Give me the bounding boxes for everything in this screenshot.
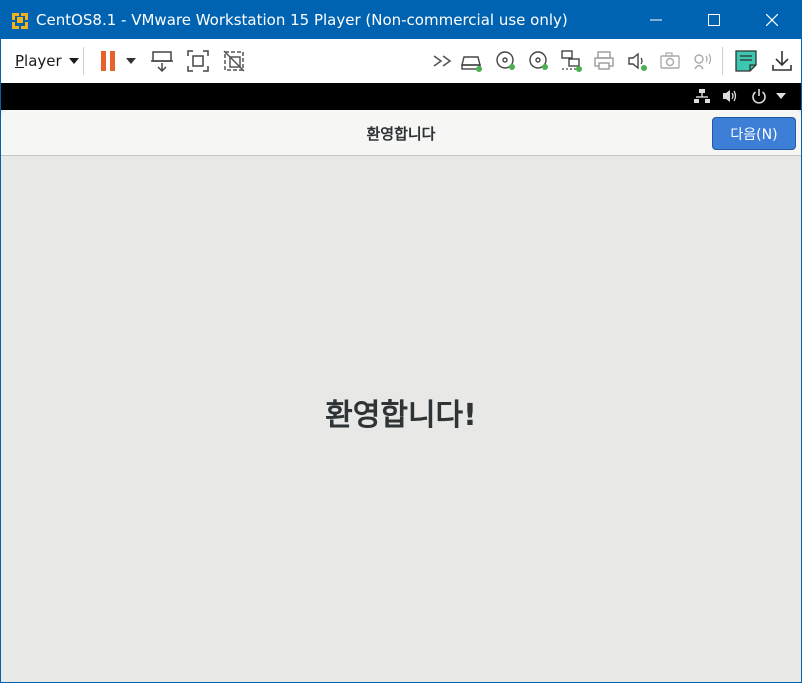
- send-ctrl-alt-del-icon: [151, 51, 173, 73]
- usb-audio-icon: [694, 53, 712, 70]
- volume-button[interactable]: [721, 87, 739, 105]
- sound-card-icon: [628, 52, 647, 71]
- network-status-button[interactable]: [693, 87, 711, 105]
- welcome-heading: 환영합니다!: [325, 398, 477, 433]
- notes-icon: [735, 50, 757, 72]
- minimize-icon: [650, 19, 662, 21]
- cd-dvd-2-icon: [529, 51, 548, 70]
- unity-button[interactable]: [221, 49, 247, 73]
- printer-icon: [594, 51, 614, 70]
- chevron-down-icon: [68, 58, 79, 64]
- cd-dvd-2-button[interactable]: [527, 49, 551, 73]
- pause-dropdown-button[interactable]: [123, 49, 139, 73]
- toolbar: Player: [1, 39, 801, 83]
- sound-card-button[interactable]: [625, 49, 649, 73]
- toolbar-separator: [83, 47, 84, 75]
- forward-icon: [433, 55, 452, 67]
- toolbar-separator: [722, 47, 723, 75]
- player-menu-label: layer: [24, 52, 62, 70]
- hard-disk-button[interactable]: [460, 49, 484, 73]
- send-ctrl-alt-del-button[interactable]: [149, 49, 175, 73]
- camera-icon: [660, 52, 680, 69]
- player-menu-mnemonic: P: [15, 52, 25, 70]
- close-icon: [766, 14, 778, 26]
- guest-screen[interactable]: 환영합니다 다음(N) 환영합니다!: [1, 110, 801, 682]
- window-title: CentOS8.1 - VMware Workstation 15 Player…: [36, 11, 568, 29]
- chevron-down-icon: [126, 58, 136, 64]
- unity-disabled-icon: [223, 50, 245, 72]
- minimize-button[interactable]: [627, 1, 685, 39]
- cd-dvd-icon: [496, 51, 515, 70]
- hard-disk-icon: [461, 56, 482, 72]
- player-menu-button[interactable]: Player: [15, 49, 79, 73]
- download-icon: [772, 51, 792, 71]
- maximize-button[interactable]: [685, 1, 743, 39]
- power-icon: [752, 89, 766, 104]
- pause-icon: [101, 51, 115, 71]
- volume-icon: [723, 90, 737, 102]
- power-button[interactable]: [751, 87, 767, 105]
- title-bar: CentOS8.1 - VMware Workstation 15 Player…: [1, 1, 801, 39]
- header-title: 환영합니다: [366, 125, 436, 143]
- download-button[interactable]: [769, 49, 795, 73]
- pause-button[interactable]: [97, 49, 119, 73]
- vm-menu-dropdown[interactable]: [776, 87, 786, 105]
- dropdown-arrow-icon: [776, 93, 786, 99]
- more-devices-button[interactable]: [431, 49, 455, 73]
- network-adapter-icon: [561, 50, 582, 72]
- next-button[interactable]: 다음(N): [712, 117, 796, 150]
- vm-status-bar: [1, 83, 801, 110]
- fit-guest-icon: [187, 50, 209, 72]
- cd-dvd-button[interactable]: [494, 49, 518, 73]
- vmware-player-window: CentOS8.1 - VMware Workstation 15 Player…: [0, 0, 802, 683]
- printer-button[interactable]: [592, 49, 616, 73]
- maximize-icon: [708, 14, 720, 26]
- close-button[interactable]: [743, 1, 801, 39]
- fit-guest-button[interactable]: [185, 49, 211, 73]
- usb-audio-button[interactable]: [691, 49, 715, 73]
- network-adapter-button[interactable]: [560, 49, 584, 73]
- network-status-icon: [694, 89, 710, 103]
- notes-button[interactable]: [733, 49, 759, 73]
- guest-header-bar: 환영합니다 다음(N): [1, 110, 801, 156]
- vmware-app-icon: [10, 10, 30, 30]
- camera-button[interactable]: [658, 49, 682, 73]
